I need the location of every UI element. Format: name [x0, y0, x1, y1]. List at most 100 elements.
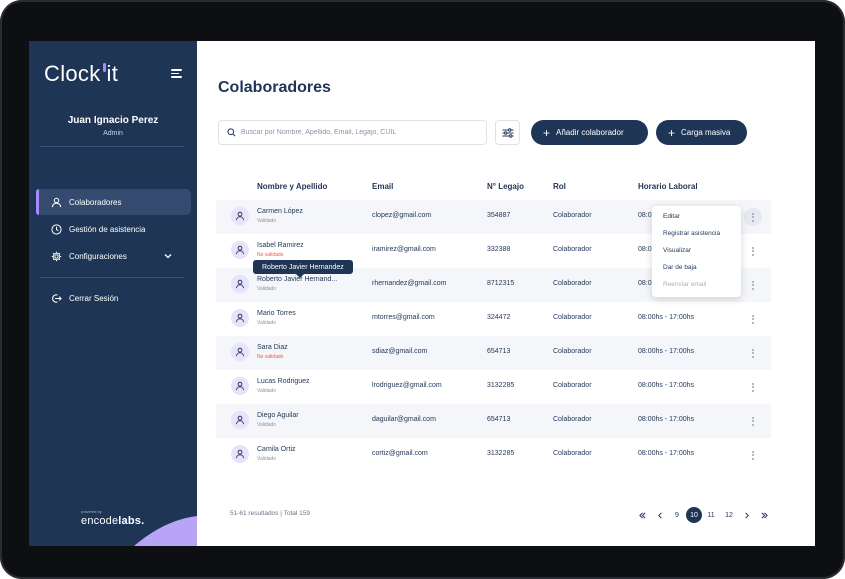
sidebar-item-label: Gestión de asistencia [69, 224, 146, 234]
page-title: Colaboradores [218, 79, 331, 96]
kebab-dot [752, 216, 754, 218]
kebab-dot [752, 246, 754, 249]
avatar [231, 377, 249, 395]
sliders-icon [502, 127, 513, 138]
sidebar-item-colaboradores[interactable]: Colaboradores [36, 189, 191, 215]
colaborador-name: Lucas Rodriguez [257, 378, 310, 385]
double-chevron-left-icon [638, 512, 645, 518]
legajo-cell: 654713 [487, 416, 511, 423]
device-frame: Clock it Juan Ignacio Perez Admin Colabor… [0, 0, 845, 579]
divider [40, 277, 184, 278]
user-role: Admin [103, 130, 123, 137]
logout-button[interactable]: Cerrar Sesión [36, 285, 191, 311]
row-actions-button[interactable] [744, 276, 762, 294]
kebab-dot [752, 219, 754, 222]
sidebar-item-label: Configuraciones [69, 251, 127, 261]
sidebar-item-gestion-asistencia[interactable]: Gestión de asistencia [36, 216, 191, 242]
prev-page-button[interactable] [655, 507, 665, 523]
kebab-dot [752, 318, 754, 320]
kebab-dot [752, 348, 754, 351]
avatar [231, 309, 249, 327]
menu-item-editar[interactable]: Editar [652, 208, 741, 225]
colaborador-name: Isabel Ramirez [257, 242, 304, 249]
kebab-dot [752, 287, 754, 290]
table-row[interactable]: Camila Ortiz Validado cortiz@gmail.com 3132… [216, 438, 771, 472]
colaborador-name: Mario Torres [257, 310, 296, 317]
table-row[interactable]: Sara Diaz No validado sdiaz@gmail.com 65471… [216, 336, 771, 370]
email-cell: rhernandez@gmail.com [372, 280, 447, 287]
user-icon [236, 381, 244, 391]
row-actions-button[interactable] [744, 242, 762, 260]
page-11[interactable]: 11 [705, 507, 717, 523]
avatar [231, 207, 249, 225]
search-box[interactable] [218, 120, 487, 145]
page-9[interactable]: 9 [671, 507, 683, 523]
first-page-button[interactable] [636, 507, 648, 523]
menu-item-reenviar-email: Reenviar email [663, 281, 707, 288]
menu-item-registrar-asistencia[interactable]: Registrar asistencia [652, 225, 741, 242]
filter-button[interactable] [495, 120, 520, 145]
kebab-dot [752, 382, 754, 385]
carga-masiva-button[interactable]: + Carga masiva [656, 120, 747, 145]
validation-status: No validado [257, 252, 284, 258]
horario-cell: 08:00hs - 17:00hs [638, 450, 695, 457]
menu-item-visualizar[interactable]: Visualizar [652, 242, 741, 259]
kebab-dot [752, 280, 754, 283]
page-12[interactable]: 12 [722, 507, 736, 523]
row-actions-menu: Editar Registrar asistencia Visualizar D… [652, 206, 741, 297]
colaborador-name: Carmen López [257, 208, 303, 215]
horario-cell: 08:00hs - 17:00hs [638, 416, 695, 423]
row-actions-button[interactable] [744, 412, 762, 430]
search-input[interactable] [241, 129, 481, 136]
validation-status: No validado [257, 354, 284, 360]
rol-cell: Colaborador [553, 212, 592, 219]
kebab-dot [752, 457, 754, 460]
chevron-left-icon [657, 512, 662, 518]
email-cell: iramirez@gmail.com [372, 246, 436, 253]
name-tooltip: Roberto Javier Hernandez [253, 260, 353, 278]
table-row[interactable]: Mario Torres Validado mtorres@gmail.com 324… [216, 302, 771, 336]
rol-cell: Colaborador [553, 416, 592, 423]
table-row[interactable]: Diego Aguilar Validado daguilar@gmail.com 6… [216, 404, 771, 438]
rol-cell: Colaborador [553, 450, 592, 457]
row-actions-button[interactable] [744, 310, 762, 328]
email-cell: sdiaz@gmail.com [372, 348, 428, 355]
user-icon [236, 211, 244, 221]
table-row[interactable]: Lucas Rodriguez Validado lrodriguez@gmail.… [216, 370, 771, 404]
menu-item-dar-de-baja[interactable]: Dar de baja [652, 259, 741, 276]
chevron-right-icon [744, 512, 749, 518]
legajo-cell: 3132285 [487, 450, 515, 457]
email-cell: mtorres@gmail.com [372, 314, 435, 321]
next-page-button[interactable] [741, 507, 751, 523]
row-actions-button[interactable] [744, 446, 762, 464]
colaborador-name: Sara Diaz [257, 344, 288, 351]
kebab-dot [752, 321, 754, 324]
app-screen: Clock it Juan Ignacio Perez Admin Colabor… [29, 41, 815, 546]
row-actions-button[interactable] [744, 344, 762, 362]
encodelabs-logo: encodelabs. [81, 515, 145, 527]
user-icon [236, 245, 244, 255]
divider [40, 146, 184, 147]
user-icon [236, 415, 244, 425]
horario-cell: 08:0 [638, 280, 652, 287]
row-actions-button[interactable] [744, 208, 762, 226]
last-page-button[interactable] [758, 507, 770, 523]
validation-status: Validado [257, 218, 277, 224]
user-name: Juan Ignacio Perez [67, 115, 159, 126]
kebab-dot [752, 250, 754, 252]
carga-masiva-label: Carga masiva [681, 128, 731, 137]
user-icon [236, 347, 244, 357]
column-header-horario: Horario Laboral [638, 182, 698, 191]
clock-icon [51, 223, 62, 235]
menu-toggle-icon[interactable] [171, 69, 182, 78]
legajo-cell: 8712315 [487, 280, 515, 287]
avatar [231, 343, 249, 361]
add-colaborador-button[interactable]: + Añadir colaborador [531, 120, 648, 145]
sidebar-item-configuraciones[interactable]: Configuraciones [36, 243, 191, 269]
kebab-dot [752, 416, 754, 419]
add-colaborador-label: Añadir colaborador [556, 128, 624, 137]
page-10-current[interactable]: 10 [686, 507, 702, 523]
kebab-dot [752, 212, 754, 215]
sidebar: Clock it Juan Ignacio Perez Admin Colabor… [29, 41, 197, 546]
row-actions-button[interactable] [744, 378, 762, 396]
